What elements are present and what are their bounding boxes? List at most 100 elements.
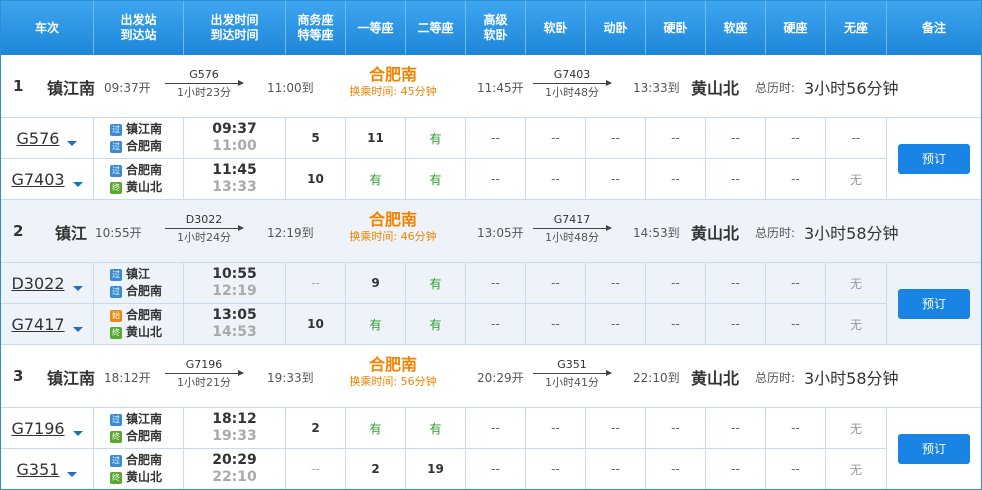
chevron-down-icon[interactable] [72, 430, 83, 436]
train-row: G576 过镇江南过合肥南 09:37 11:00 5 11 有 -- -- -- -- -- -- -- [1, 118, 886, 159]
train-number-link[interactable]: G351 [17, 460, 60, 479]
stations-cell: 过镇江过合肥南 [93, 263, 183, 303]
seat-availability: -- [311, 276, 320, 290]
seat-cell: -- [585, 159, 645, 199]
total-duration: 3小时58分钟 [804, 369, 899, 388]
seat-cell: -- [585, 304, 645, 344]
transfer-station: 合肥南 换乘时间: 46分钟 [333, 210, 453, 244]
to-station-name: 黄山北 [126, 470, 163, 484]
arrive-time: 11:00 [212, 138, 257, 154]
from-station: 过合肥南 [110, 162, 162, 179]
book-button[interactable]: 预订 [898, 288, 970, 319]
seat-availability: -- [551, 317, 560, 331]
remarks-cell: 预订 [886, 408, 981, 489]
train-number-cell: G7403 [1, 159, 93, 199]
leg2-duration: 1小时41分 [545, 376, 599, 389]
seat-cell: 2 [345, 449, 405, 489]
seat-availability: -- [791, 462, 800, 476]
to-station-name: 合肥南 [126, 139, 163, 153]
train-number-link[interactable]: G576 [17, 129, 60, 148]
depart-time: 09:37 [212, 121, 257, 137]
seat-availability: -- [491, 421, 500, 435]
from-station-name: 镇江南 [126, 122, 163, 136]
leg2-duration: 1小时48分 [545, 86, 599, 99]
origin-station: 镇江南 [47, 79, 96, 98]
seat-availability: 有 [369, 317, 382, 332]
transfer-wait: 换乘时间: 45分钟 [349, 85, 437, 98]
seat-cell: -- [465, 408, 525, 448]
seat-availability: -- [731, 317, 740, 331]
seat-availability: -- [731, 462, 740, 476]
remarks-cell: 预订 [886, 118, 981, 200]
train-number-link[interactable]: G7196 [11, 419, 64, 438]
seat-cell: -- [705, 118, 765, 158]
from-station-name: 合肥南 [126, 453, 163, 467]
to-station: 终黄山北 [110, 179, 162, 196]
leg1-train-code: G7196 [185, 358, 223, 371]
seat-cell: 10 [285, 159, 345, 199]
from-station: 过镇江南 [110, 121, 162, 138]
train-number-link[interactable]: G7403 [11, 170, 64, 189]
seat-cell: 5 [285, 118, 345, 158]
plan-index: 3 [13, 367, 24, 385]
train-number-cell: G7417 [1, 304, 93, 344]
plan-summary-row: 1 镇江南 09:37开 G576 1小时23分 11:00到 合肥南 换乘时间: 45分钟 1… [1, 55, 981, 118]
stations-cell: 过合肥南终黄山北 [93, 159, 183, 199]
seat-cell: -- [765, 118, 825, 158]
chevron-down-icon[interactable] [72, 326, 83, 332]
chevron-down-icon[interactable] [67, 471, 78, 477]
chevron-down-icon[interactable] [67, 140, 78, 146]
plan-index: 2 [13, 222, 24, 240]
seat-cell: -- [585, 449, 645, 489]
seat-cell: 19 [405, 449, 465, 489]
chevron-down-icon[interactable] [72, 285, 83, 291]
seat-availability: -- [791, 172, 800, 186]
leg2-arrival: 14:53到 [633, 226, 680, 240]
header-col-1: 出发站 到达站 [93, 1, 183, 55]
chevron-down-icon[interactable] [72, 181, 83, 187]
book-button[interactable]: 预订 [898, 143, 970, 174]
station-type-icon: 过 [110, 413, 122, 426]
total-duration-label: 总历时: [755, 81, 796, 95]
leg2-arrival: 13:33到 [633, 81, 680, 95]
seat-availability: -- [791, 317, 800, 331]
from-station-name: 镇江 [126, 267, 151, 281]
leg2-segment: G7417 1小时48分 [533, 213, 612, 244]
leg2-train-code: G7417 [553, 213, 591, 226]
table-header: 车次 出发站 到达站 出发时间 到达时间 商务座 特等座 一等座 二等座 高级 软卧 软卧 动卧 硬卧 软座… [1, 1, 981, 55]
train-row: G7417 始合肥南终黄山北 13:05 14:53 10 有有 -- -- -- -- -- -- 无 [1, 304, 886, 345]
seat-availability: -- [731, 276, 740, 290]
seat-cell: 2 [285, 408, 345, 448]
header-label: 硬卧 [663, 20, 688, 35]
seat-cell: 无 [825, 304, 886, 344]
train-number-link[interactable]: D3022 [11, 274, 64, 293]
train-number-link[interactable]: G7417 [11, 315, 64, 334]
seat-availability: 9 [371, 276, 380, 290]
book-button[interactable]: 预订 [898, 433, 970, 464]
header-label: 特等座 [297, 28, 334, 42]
station-type-icon: 过 [110, 164, 122, 177]
seat-cell: 无 [825, 159, 886, 199]
seat-cell: -- [765, 159, 825, 199]
seat-cell: -- [465, 449, 525, 489]
seat-cell: -- [705, 408, 765, 448]
seat-availability: 有 [369, 172, 382, 187]
seat-cell: -- [525, 159, 585, 199]
seat-cell: 有 [405, 118, 465, 158]
seat-availability: -- [611, 172, 620, 186]
seat-cell: -- [585, 118, 645, 158]
header-label: 软座 [723, 20, 748, 35]
times-cell: 10:55 12:19 [183, 263, 285, 303]
seat-availability: -- [551, 172, 560, 186]
header-label: 出发站 [120, 13, 157, 27]
seat-cell: -- [705, 263, 765, 303]
seat-availability: 19 [427, 462, 444, 476]
header-col-7: 软卧 [525, 1, 585, 55]
seat-cell: 无 [825, 449, 886, 489]
seat-availability: -- [611, 131, 620, 145]
leg1-segment: G576 1小时23分 [165, 68, 244, 99]
arrive-time: 12:19 [212, 283, 257, 299]
seat-cell: -- [645, 449, 705, 489]
times-cell: 13:05 14:53 [183, 304, 285, 344]
to-station-name: 合肥南 [126, 284, 163, 298]
